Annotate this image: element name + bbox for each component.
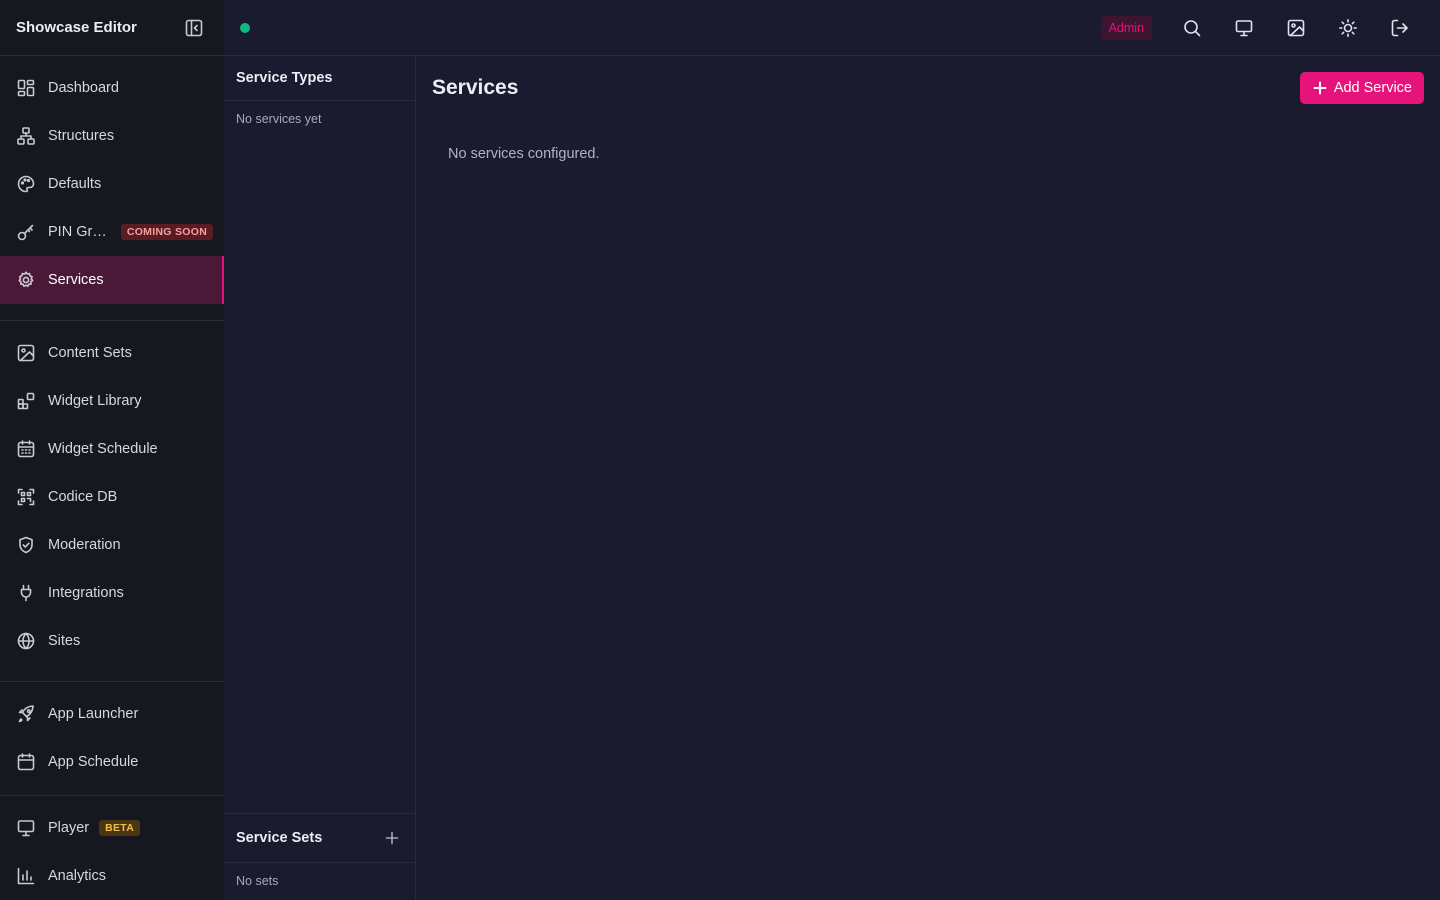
- sidebar-item-app-launcher[interactable]: App Launcher: [0, 690, 224, 738]
- sidebar-item-label: Content Sets: [48, 345, 132, 361]
- beta-badge: BETA: [99, 820, 141, 836]
- sidebar-item-integrations[interactable]: Integrations: [0, 569, 224, 617]
- image-icon: [17, 344, 35, 362]
- sidebar-item-label: Widget Library: [48, 393, 142, 409]
- sidebar-item-defaults[interactable]: Defaults: [0, 160, 224, 208]
- sidebar-item-label: PIN Gr…: [48, 224, 107, 240]
- service-types-empty-message: No services yet: [236, 112, 322, 126]
- sidebar-item-analytics[interactable]: Analytics: [0, 852, 224, 900]
- main-content: Services Add Service No services configu…: [416, 56, 1440, 900]
- search-button[interactable]: [1166, 8, 1218, 48]
- sidebar-item-label: Dashboard: [48, 80, 119, 96]
- main-header: Services Add Service: [416, 56, 1440, 120]
- plus-icon: [1313, 81, 1327, 95]
- sidebar-item-services[interactable]: Services: [0, 256, 224, 304]
- logout-icon: [1391, 19, 1408, 37]
- dashboard-icon: [17, 79, 35, 97]
- sidebar-collapse-icon: [185, 19, 203, 36]
- coming-soon-badge: COMING SOON: [120, 224, 214, 240]
- plug-icon: [20, 584, 32, 602]
- sidebar-item-label: Sites: [48, 633, 81, 649]
- sidebar-item-label: Structures: [48, 128, 115, 144]
- search-icon: [1184, 20, 1201, 37]
- sidebar-item-label: Analytics: [48, 868, 107, 884]
- sidebar-item-label: Defaults: [48, 176, 102, 192]
- sidebar-footer: Player BETA Analytics: [0, 795, 224, 900]
- page-title: Services: [432, 76, 519, 99]
- calendar-icon: [17, 753, 35, 771]
- service-sets-section: Service Sets No sets: [224, 813, 415, 900]
- services-empty-message: No services configured.: [448, 146, 600, 162]
- key-icon: [17, 224, 34, 241]
- sidebar-item-widget-library[interactable]: Widget Library: [0, 377, 224, 425]
- sidebar-item-codice-db[interactable]: Codice DB: [0, 473, 224, 521]
- sidebar-item-label: Integrations: [48, 585, 124, 601]
- monitor-icon: [17, 820, 35, 837]
- sidebar-item-sites[interactable]: Sites: [0, 617, 224, 665]
- sidebar-header: Showcase Editor: [0, 0, 224, 56]
- sidebar-item-player[interactable]: Player BETA: [0, 804, 224, 852]
- add-service-button[interactable]: Add Service: [1299, 72, 1424, 104]
- logout-button[interactable]: [1374, 8, 1426, 48]
- service-types-title: Service Types: [236, 70, 333, 86]
- add-service-set-button[interactable]: [381, 827, 403, 849]
- palette-icon: [17, 175, 35, 193]
- sun-icon: [1339, 19, 1357, 37]
- qr-icon: [17, 488, 35, 506]
- theme-toggle-button[interactable]: [1322, 8, 1374, 48]
- sidebar-item-app-schedule[interactable]: App Schedule: [0, 738, 224, 786]
- sidebar-item-moderation[interactable]: Moderation: [0, 521, 224, 569]
- sidebar-item-label: Services: [48, 272, 104, 288]
- sidebar-item-label: Widget Schedule: [48, 441, 158, 457]
- app-title: Showcase Editor: [16, 19, 137, 36]
- calendar-grid-icon: [17, 440, 35, 458]
- sidebar-item-structures[interactable]: Structures: [0, 112, 224, 160]
- gear-icon: [18, 271, 34, 288]
- service-sets-header: Service Sets: [224, 814, 415, 863]
- globe-icon: [17, 632, 35, 650]
- sidebar-item-dashboard[interactable]: Dashboard: [0, 64, 224, 112]
- bar-chart-icon: [17, 867, 35, 885]
- structures-icon: [17, 127, 35, 145]
- collapse-sidebar-button[interactable]: [180, 14, 208, 42]
- sidebar-item-label: App Schedule: [48, 754, 139, 770]
- plus-icon: [385, 831, 399, 845]
- widgets-icon: [17, 392, 35, 410]
- connection-status-indicator: [240, 23, 250, 33]
- sidebar-item-pin-groups[interactable]: PIN Gr… COMING SOON: [0, 208, 224, 256]
- add-service-label: Add Service: [1333, 80, 1412, 96]
- topbar-actions: Admin: [1100, 0, 1426, 56]
- sidebar-item-content-sets[interactable]: Content Sets: [0, 329, 224, 377]
- monitor-icon: [1235, 20, 1253, 37]
- nav-group-primary: Dashboard Structures Defaults PIN Gr… CO…: [0, 64, 224, 321]
- sidebar-item-widget-schedule[interactable]: Widget Schedule: [0, 425, 224, 473]
- sidebar: Showcase Editor Dashboard Structures Def…: [0, 0, 224, 900]
- preview-display-button[interactable]: [1218, 8, 1270, 48]
- sidebar-item-label: Moderation: [48, 537, 121, 553]
- nav-group-tertiary: App Launcher App Schedule: [0, 690, 224, 786]
- top-bar: Admin: [224, 0, 1440, 56]
- sidebar-item-label: App Launcher: [48, 706, 139, 722]
- rocket-icon: [18, 705, 34, 723]
- service-sets-empty-message: No sets: [236, 874, 279, 888]
- sidebar-item-label: Player: [48, 820, 90, 836]
- shield-check-icon: [19, 536, 33, 554]
- media-button[interactable]: [1270, 8, 1322, 48]
- sidebar-item-label: Codice DB: [48, 489, 118, 505]
- image-icon: [1287, 19, 1305, 37]
- role-badge: Admin: [1100, 16, 1152, 40]
- service-types-header: Service Types: [224, 56, 415, 101]
- service-types-panel: Service Types No services yet Service Se…: [224, 56, 416, 900]
- service-sets-title: Service Sets: [236, 830, 323, 846]
- nav-group-secondary: Content Sets Widget Library Widget Sched…: [0, 329, 224, 682]
